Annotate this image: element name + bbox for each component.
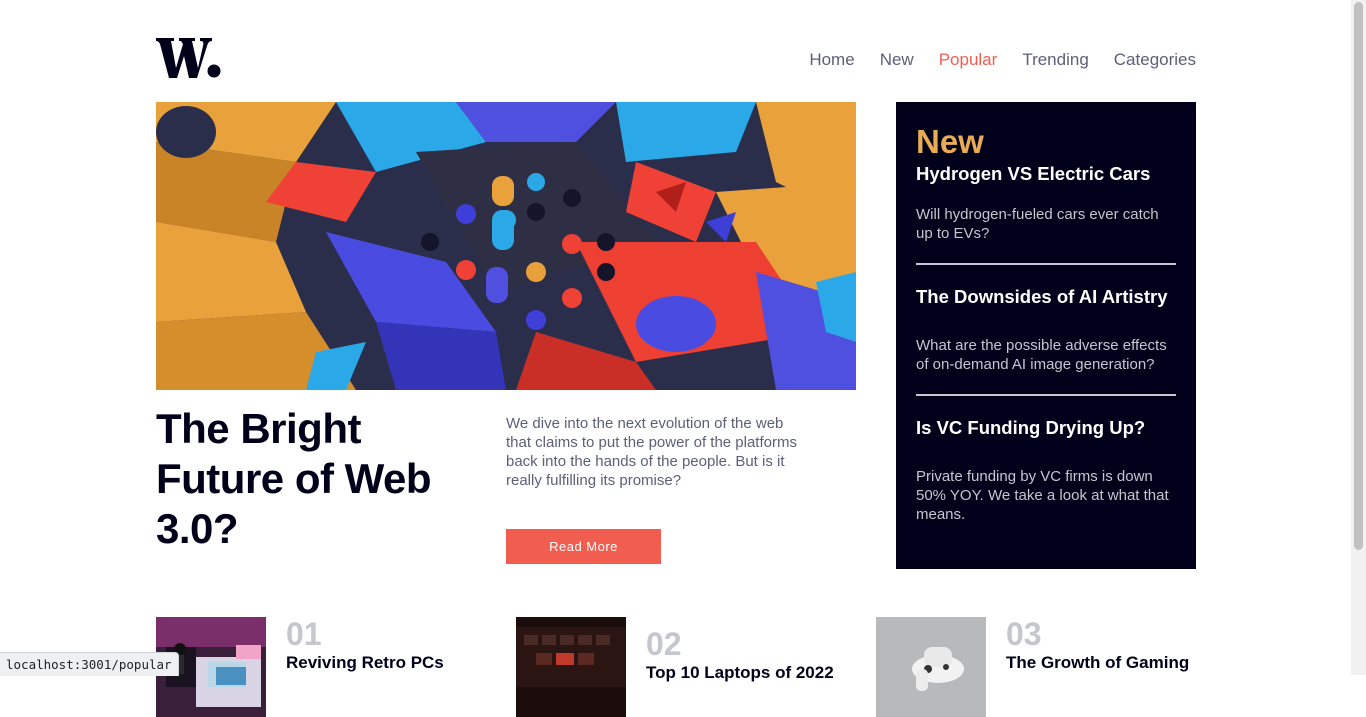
status-bar-url: localhost:3001/popular [0, 652, 179, 676]
scrollbar-thumb[interactable] [1354, 2, 1363, 550]
article-card[interactable]: 02 Top 10 Laptops of 2022 [516, 617, 856, 717]
card-number: 01 [286, 616, 322, 652]
news-item-title[interactable]: The Downsides of AI Artistry [916, 285, 1176, 308]
hero-description: We dive into the next evolution of the w… [506, 415, 797, 489]
scrollbar[interactable] [1351, 0, 1366, 675]
main-nav: Home New Popular Trending Categories [809, 48, 1196, 72]
news-item[interactable]: Is VC Funding Drying Up? Private funding… [916, 416, 1176, 524]
card-number: 02 [646, 626, 682, 662]
article-card[interactable]: 03 The Growth of Gaming [876, 616, 1216, 717]
divider [916, 263, 1176, 265]
news-item[interactable]: The Downsides of AI Artistry What are th… [916, 285, 1176, 374]
card-title[interactable]: Top 10 Laptops of 2022 [646, 662, 834, 684]
divider [916, 394, 1176, 396]
card-title[interactable]: The Growth of Gaming [1006, 652, 1189, 674]
nav-trending[interactable]: Trending [1022, 48, 1088, 72]
news-item-title[interactable]: Is VC Funding Drying Up? [916, 416, 1176, 439]
card-title[interactable]: Reviving Retro PCs [286, 652, 444, 674]
page: Home New Popular Trending Categories The… [156, 0, 1196, 717]
news-item[interactable]: Hydrogen VS Electric Cars Will hydrogen-… [916, 162, 1176, 243]
news-item-summary: Private funding by VC firms is down 50% … [916, 468, 1169, 523]
new-panel-heading: New [916, 123, 984, 160]
nav-home[interactable]: Home [809, 48, 854, 72]
hero-title: The Bright Future of Web 3.0? [156, 405, 432, 552]
card-number: 03 [1006, 616, 1042, 652]
news-item-summary: Will hydrogen-fueled cars ever catch up … [916, 206, 1159, 242]
nav-popular[interactable]: Popular [939, 48, 998, 72]
article-card[interactable]: 01 Reviving Retro PCs [156, 616, 496, 717]
hero-image [156, 102, 856, 390]
nav-new[interactable]: New [880, 48, 914, 72]
read-more-button[interactable]: Read More [506, 529, 661, 564]
logo[interactable] [156, 34, 222, 80]
gaming-controller-thumbnail[interactable] [876, 617, 986, 717]
nav-categories[interactable]: Categories [1114, 48, 1196, 72]
news-item-summary: What are the possible adverse effects of… [916, 337, 1167, 373]
news-item-title[interactable]: Hydrogen VS Electric Cars [916, 162, 1176, 185]
new-articles-panel: New Hydrogen VS Electric Cars Will hydro… [896, 102, 1196, 569]
laptop-thumbnail[interactable] [516, 617, 626, 717]
